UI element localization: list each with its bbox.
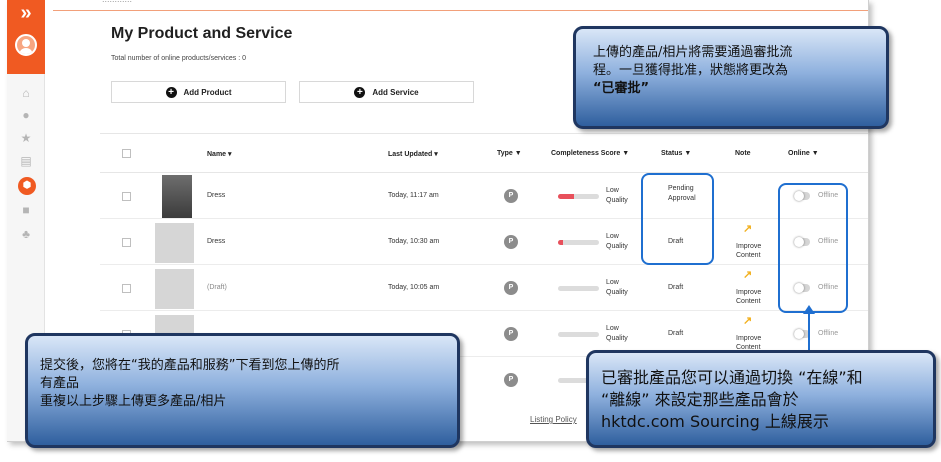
document-icon[interactable]: ■: [7, 203, 45, 217]
quality-label: Quality: [606, 335, 628, 342]
sidebar-header: »: [7, 0, 45, 74]
completeness-bar: [558, 332, 599, 337]
submission-callout: 提交後，您將在“我的產品和服務”下看到您上傳的所 有產品 重複以上步驟上傳更多產…: [25, 333, 460, 448]
trend-up-icon: ↗: [743, 223, 753, 235]
col-status[interactable]: Status ▼: [661, 150, 691, 157]
note-text[interactable]: Content: [736, 298, 761, 305]
quality-label: Low: [606, 279, 619, 286]
type-badge: P: [504, 189, 518, 203]
add-product-button[interactable]: + Add Product: [111, 81, 286, 103]
col-completeness[interactable]: Completeness Score ▼: [551, 150, 629, 157]
last-updated: Today, 11:17 am: [388, 192, 439, 199]
col-name[interactable]: Name ▾: [207, 150, 232, 158]
col-online[interactable]: Online ▼: [788, 150, 819, 157]
product-name[interactable]: Dress: [207, 238, 225, 245]
row-checkbox[interactable]: [122, 192, 131, 201]
image-placeholder-icon[interactable]: [155, 269, 194, 309]
trend-up-icon: ↗: [743, 269, 753, 281]
plus-icon: +: [165, 86, 177, 98]
callout-text: 程。一旦獲得批准，狀態將更改為: [593, 63, 789, 78]
add-service-label: Add Service: [372, 87, 419, 97]
completeness-fill: [558, 240, 563, 245]
people-icon[interactable]: ♣: [7, 227, 45, 241]
product-name[interactable]: (Draft): [207, 284, 227, 291]
completeness-bar: [558, 286, 599, 291]
table-row[interactable]: Dress Today, 11:17 am P Low Quality Pend…: [100, 173, 868, 219]
callout-text: “已審批”: [593, 81, 650, 96]
approval-callout: 上傳的產品/相片將需要通過審批流 程。一旦獲得批准，狀態將更改為 “已審批”: [573, 26, 889, 129]
completeness-bar: [558, 240, 599, 245]
callout-text: “離線” 來設定那些產品會於: [601, 390, 799, 409]
col-last-updated[interactable]: Last Updated ▾: [388, 150, 438, 158]
add-service-button[interactable]: + Add Service: [299, 81, 474, 103]
online-count-text: Total number of online products/services…: [111, 55, 247, 62]
add-product-label: Add Product: [183, 87, 232, 97]
quality-label: Low: [606, 233, 619, 240]
completeness-fill: [558, 194, 574, 199]
product-thumbnail[interactable]: [162, 175, 192, 218]
online-toggle-callout: 已審批產品您可以通過切換 “在線”和 “離線” 來設定那些產品會於 hktdc.…: [586, 350, 936, 448]
product-icon[interactable]: ⬢: [18, 177, 36, 195]
quality-label: Quality: [606, 197, 628, 204]
note-text[interactable]: Improve: [736, 335, 761, 342]
type-badge: P: [504, 373, 518, 387]
top-divider: [53, 10, 868, 11]
last-updated: Today, 10:30 am: [388, 238, 440, 245]
callout-text: 已審批產品您可以通過切換 “在線”和: [601, 368, 863, 387]
col-note: Note: [735, 150, 751, 157]
callout-text: 提交後，您將在“我的產品和服務”下看到您上傳的所: [40, 358, 340, 373]
row-checkbox[interactable]: [122, 238, 131, 247]
callout-text: 有產品: [40, 376, 80, 391]
online-state: Offline: [818, 330, 839, 337]
select-all-checkbox[interactable]: [122, 149, 131, 158]
note-text[interactable]: Improve: [736, 243, 761, 250]
col-type[interactable]: Type ▼: [497, 150, 522, 157]
table-row[interactable]: (Draft) Today, 10:05 am P Low Quality Dr…: [100, 265, 868, 311]
quality-label: Quality: [606, 289, 628, 296]
page-title: My Product and Service: [111, 25, 293, 42]
row-checkbox[interactable]: [122, 284, 131, 293]
completeness-bar: [558, 194, 599, 199]
clipped-top-text: ............: [102, 0, 132, 4]
listing-policy-link[interactable]: Listing Policy: [530, 415, 577, 424]
note-text[interactable]: Improve: [736, 289, 761, 296]
quality-label: Low: [606, 325, 619, 332]
online-highlight-box: [778, 183, 848, 313]
last-updated: Today, 10:05 am: [388, 284, 440, 291]
callout-text: hktdc.com Sourcing 上線展示: [601, 412, 829, 431]
status-highlight-box: [641, 173, 714, 265]
quality-label: Quality: [606, 243, 628, 250]
home-icon[interactable]: ⌂: [7, 86, 45, 100]
type-badge: P: [504, 281, 518, 295]
table-row[interactable]: Dress Today, 10:30 am P Low Quality Draf…: [100, 219, 868, 265]
status-text: Draft: [668, 284, 684, 291]
type-badge: P: [504, 235, 518, 249]
message-icon[interactable]: ▤: [7, 154, 45, 168]
star-icon[interactable]: ★: [7, 131, 45, 145]
expand-sidebar-icon[interactable]: »: [7, 2, 45, 25]
note-text[interactable]: Content: [736, 252, 761, 259]
quality-label: Low: [606, 187, 619, 194]
plus-icon: +: [354, 86, 366, 98]
arrow-shaft: [808, 312, 810, 350]
product-name[interactable]: Dress: [207, 192, 225, 199]
callout-text: 重複以上步驟上傳更多產品/相片: [40, 394, 227, 409]
image-placeholder-icon[interactable]: [155, 223, 194, 263]
type-badge: P: [504, 327, 518, 341]
callout-text: 上傳的產品/相片將需要通過審批流: [593, 45, 793, 60]
user-icon[interactable]: ●: [7, 108, 45, 122]
trend-up-icon: ↗: [743, 315, 753, 327]
table-header: Name ▾ Last Updated ▾ Type ▼ Completenes…: [100, 133, 868, 173]
status-text: Draft: [668, 330, 684, 337]
avatar[interactable]: [15, 34, 37, 56]
